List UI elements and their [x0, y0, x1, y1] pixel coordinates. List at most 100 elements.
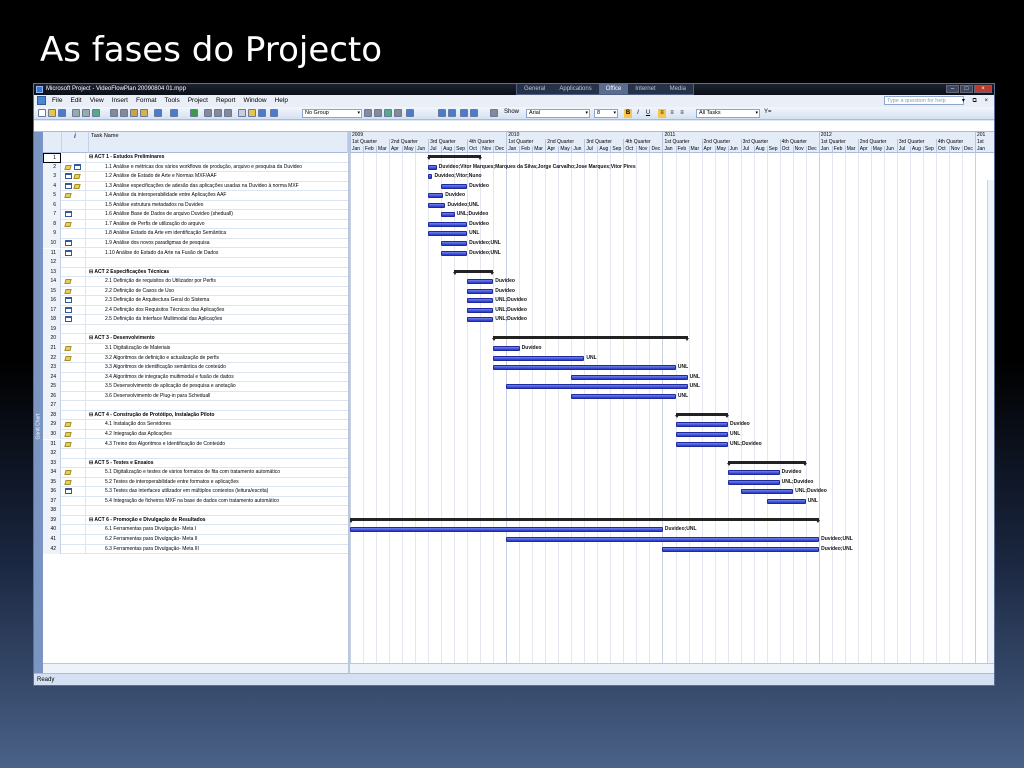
calendar-icon[interactable]: [65, 306, 72, 313]
indicators-column-header[interactable]: i: [62, 132, 89, 153]
task-bar[interactable]: [428, 202, 446, 208]
task-row[interactable]: 15 2.2 Definição de Casos de Uso: [43, 286, 348, 297]
task-bar[interactable]: [428, 231, 468, 237]
print-preview-icon[interactable]: [82, 109, 90, 117]
copy-picture-icon[interactable]: [394, 109, 402, 117]
menu-edit[interactable]: Edit: [66, 95, 85, 107]
row-id[interactable]: 36: [43, 487, 61, 497]
task-row[interactable]: 19: [43, 324, 348, 335]
help-icon[interactable]: [406, 109, 414, 117]
row-id[interactable]: 10: [43, 238, 61, 249]
task-row[interactable]: 27: [43, 401, 348, 411]
hide-subtasks-icon[interactable]: [470, 109, 478, 117]
calendar-icon[interactable]: [65, 488, 72, 495]
task-row[interactable]: 6 1.5 Análise estrutura metadados na Duvi…: [43, 200, 348, 211]
new-icon[interactable]: [38, 109, 46, 117]
task-bar[interactable]: [506, 537, 820, 542]
calendar-icon[interactable]: [65, 239, 72, 246]
task-bar[interactable]: [467, 307, 494, 313]
row-id[interactable]: 35: [43, 477, 61, 488]
task-row[interactable]: 26 3.6 Desenvolvimento de Plug-in para Sc…: [43, 391, 348, 402]
calendar-icon[interactable]: [65, 316, 72, 323]
task-bar[interactable]: [441, 183, 468, 189]
summary-task-row[interactable]: 13 ⊟ ACT 2 Especificações Técnicas: [43, 267, 348, 278]
task-info-icon[interactable]: [238, 109, 246, 117]
row-id[interactable]: 24: [43, 372, 61, 383]
task-row[interactable]: 24 3.4 Algoritmos de integração multimoda…: [43, 372, 348, 383]
group-combo[interactable]: No Group: [302, 109, 362, 118]
copy-icon[interactable]: [120, 109, 128, 117]
row-id[interactable]: 22: [43, 353, 61, 364]
task-bar[interactable]: [675, 422, 728, 428]
task-row[interactable]: 40 6.1 Ferramentas para Divulgação- Meta …: [43, 525, 348, 535]
zoom-in-icon[interactable]: [364, 109, 372, 117]
assign-resources-icon[interactable]: [258, 109, 266, 117]
task-bar[interactable]: [428, 193, 444, 199]
task-row[interactable]: 41 6.2 Ferramentas para Divulgação- Meta …: [43, 535, 348, 545]
menu-file[interactable]: File: [48, 95, 66, 107]
task-row[interactable]: 12: [43, 258, 348, 268]
task-bar[interactable]: [441, 212, 455, 218]
row-id[interactable]: 37: [43, 496, 61, 507]
notes-icon[interactable]: [248, 109, 256, 117]
zoom-out-icon[interactable]: [374, 109, 382, 117]
note-icon[interactable]: [64, 470, 72, 476]
minimize-button[interactable]: –: [946, 85, 959, 93]
task-row[interactable]: 21 3.1 Digitalização de Materiais: [43, 344, 348, 354]
summary-bar[interactable]: [427, 155, 482, 160]
autofilter-icon[interactable]: Y=: [764, 109, 772, 115]
summary-task-row[interactable]: 39 ⊟ ACT 6 - Promoção e Divulgação de Res…: [43, 515, 348, 526]
outdent-icon[interactable]: [438, 109, 446, 117]
font-size-combo[interactable]: 8: [594, 109, 618, 118]
calendar-icon[interactable]: [65, 211, 72, 218]
task-bar[interactable]: [467, 317, 494, 323]
task-row[interactable]: 36 5.3 Testes das interfaces utilizador e…: [43, 487, 348, 497]
task-name-column-header[interactable]: Task Name: [89, 132, 348, 153]
note-icon[interactable]: [64, 441, 72, 447]
row-id[interactable]: 16: [43, 296, 61, 306]
row-id[interactable]: 32: [43, 449, 61, 459]
task-bar[interactable]: [467, 279, 494, 285]
note-icon[interactable]: [64, 279, 72, 285]
task-row[interactable]: 42 6.3 Ferramentas para Divulgação- Meta …: [43, 544, 348, 555]
task-row[interactable]: 38: [43, 506, 348, 516]
row-id[interactable]: 31: [43, 439, 61, 449]
menu-help[interactable]: Help: [271, 95, 292, 107]
workspace-office[interactable]: Office: [598, 84, 629, 94]
row-id[interactable]: 2: [43, 162, 61, 173]
summary-bar[interactable]: [492, 336, 690, 342]
task-row[interactable]: 9 1.8 Análise Estado da Arte em identific…: [43, 229, 348, 239]
menu-project[interactable]: Project: [184, 95, 212, 107]
row-id[interactable]: 14: [43, 277, 61, 287]
calendar-icon[interactable]: [65, 173, 72, 180]
task-row[interactable]: 29 4.1 Instalação dos Servidores: [43, 420, 348, 430]
row-id[interactable]: 25: [43, 382, 61, 392]
row-id[interactable]: 11: [43, 248, 61, 258]
document-icon[interactable]: [37, 96, 46, 105]
task-row[interactable]: 16 2.3 Definição de Arquitectura Geral do…: [43, 296, 348, 306]
task-bar[interactable]: [571, 374, 688, 380]
menu-format[interactable]: Format: [132, 95, 161, 107]
note-icon[interactable]: [64, 431, 72, 437]
gantt-vertical-scrollbar[interactable]: [987, 180, 994, 663]
align-right-icon[interactable]: ≡: [678, 109, 686, 118]
task-bar[interactable]: [571, 393, 676, 399]
row-id[interactable]: 42: [43, 544, 61, 555]
table-horizontal-scrollbar[interactable]: [43, 663, 348, 673]
row-id[interactable]: 26: [43, 391, 61, 402]
task-bar[interactable]: [493, 346, 520, 351]
document-window-controls[interactable]: ▾ ⧉ ×: [962, 95, 991, 107]
task-bar[interactable]: [493, 365, 676, 371]
calendar-icon[interactable]: [74, 163, 81, 170]
summary-task-row[interactable]: 33 ⊟ ACT 5 - Testes e Ensaios: [43, 458, 348, 469]
note-icon[interactable]: [64, 221, 72, 227]
summary-bar[interactable]: [350, 517, 821, 523]
unlink-tasks-icon[interactable]: [214, 109, 222, 117]
task-bar[interactable]: [740, 489, 794, 495]
row-id[interactable]: 12: [43, 258, 61, 268]
task-row[interactable]: 18 2.5 Definição da Interface Multimodal …: [43, 315, 348, 325]
note-icon[interactable]: [64, 346, 72, 351]
underline-button[interactable]: U: [644, 109, 652, 118]
align-center-icon[interactable]: ≡: [668, 109, 676, 118]
menu-window[interactable]: Window: [239, 95, 270, 107]
